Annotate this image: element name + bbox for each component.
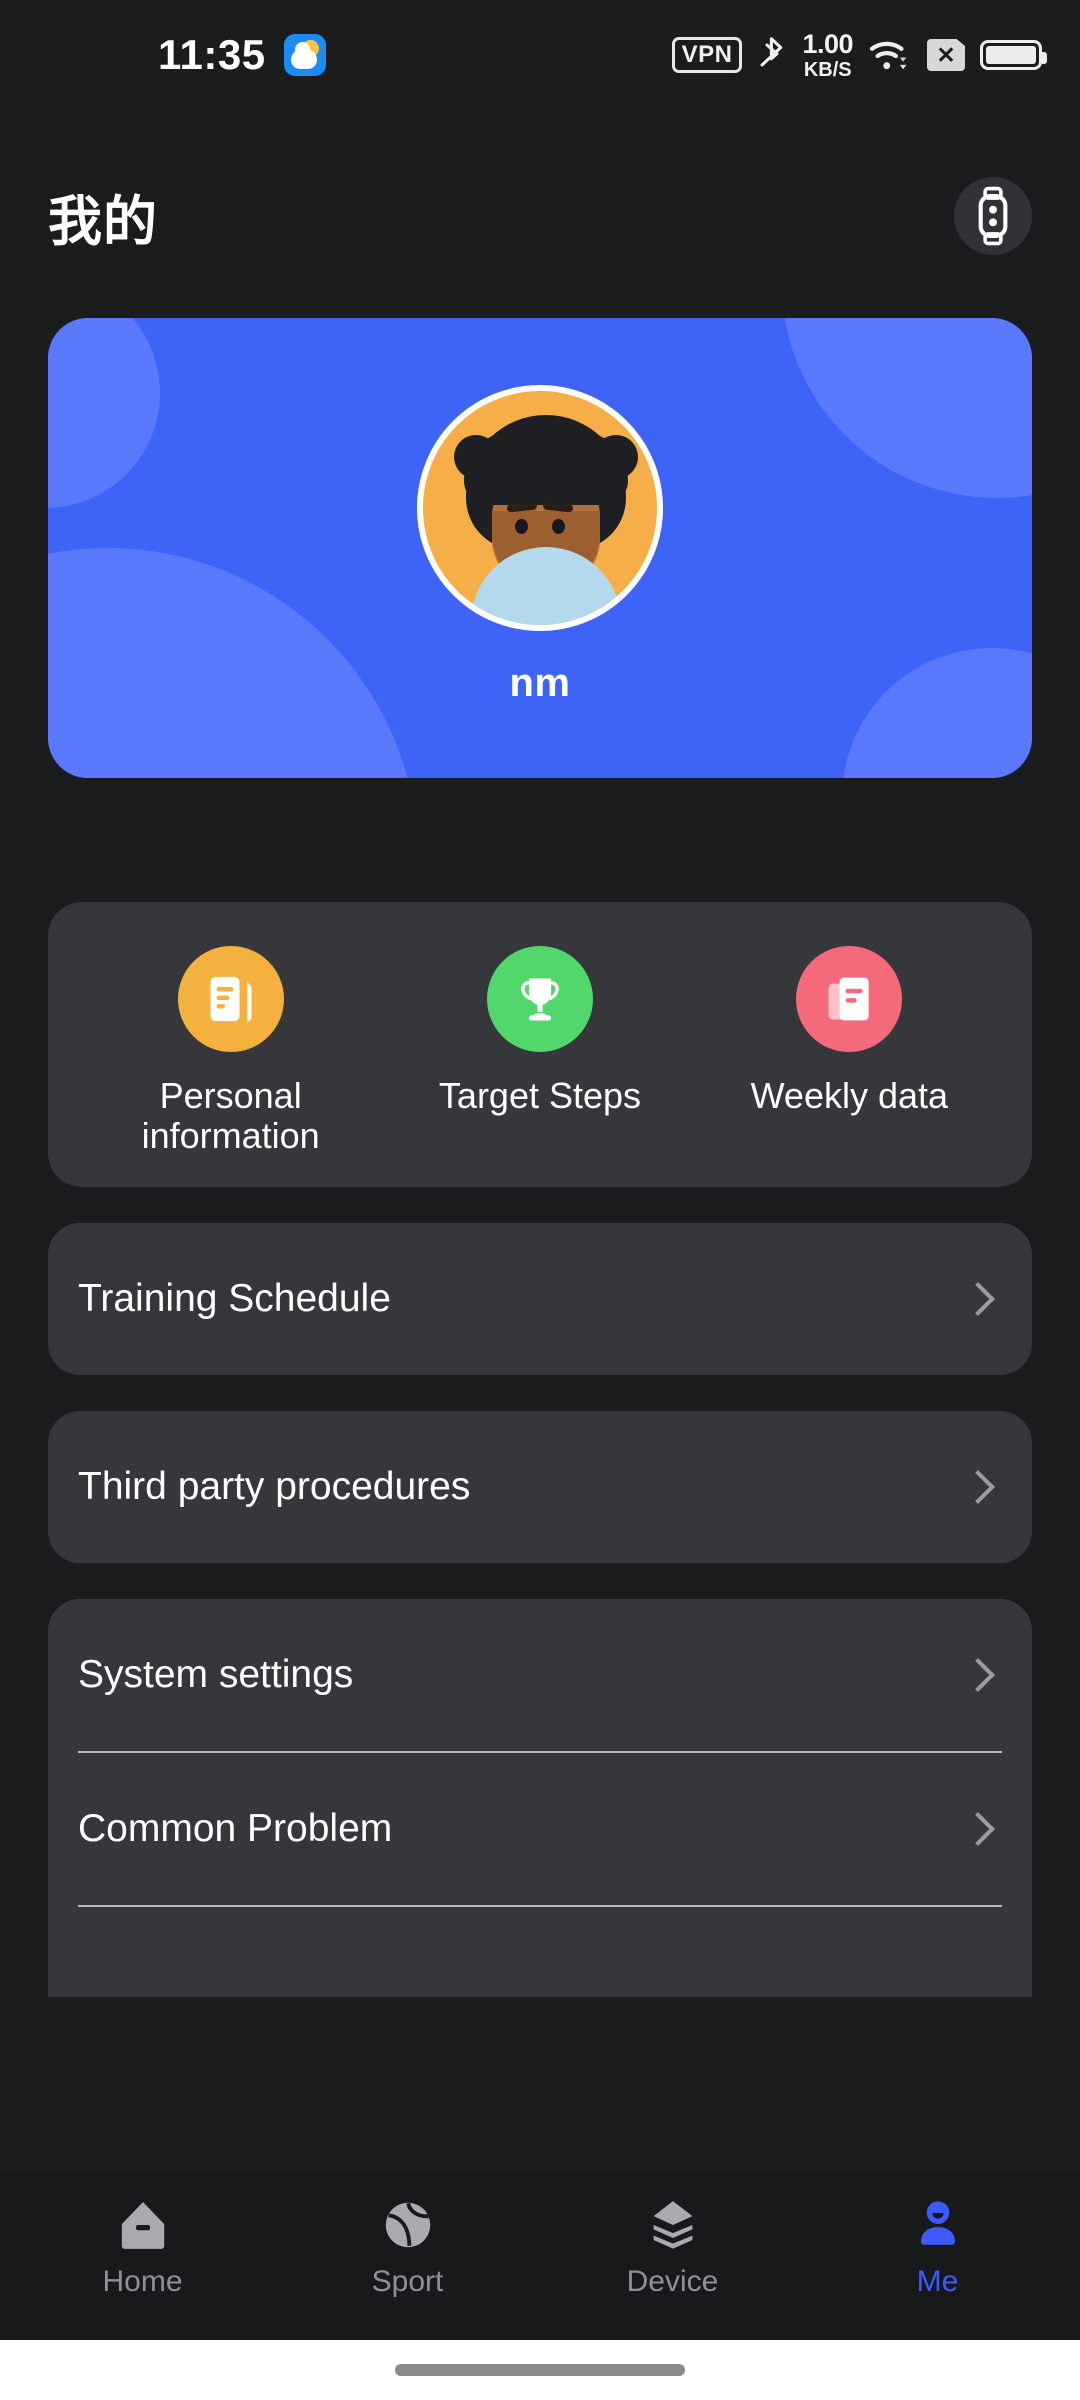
profile-card[interactable]: nm bbox=[48, 318, 1032, 778]
menu-label: Common Problem bbox=[78, 1806, 393, 1850]
nav-item-home[interactable]: Home bbox=[10, 2195, 275, 2299]
bluetooth-icon bbox=[760, 37, 783, 67]
document-pencil-icon bbox=[177, 946, 284, 1052]
home-icon bbox=[121, 2202, 164, 2249]
chevron-right-icon bbox=[961, 1811, 995, 1846]
fitness-band-icon bbox=[978, 186, 1008, 246]
page-header: 我的 bbox=[0, 156, 1080, 276]
sim-card-disabled-icon: ✕ bbox=[927, 39, 965, 71]
sport-ball-icon bbox=[385, 2202, 430, 2248]
nav-item-sport[interactable]: Sport bbox=[275, 2195, 540, 2299]
person-icon bbox=[920, 2201, 955, 2245]
chevron-right-icon bbox=[961, 1657, 995, 1692]
decor-blob bbox=[842, 648, 1032, 778]
menu-card-training-schedule[interactable]: Training Schedule bbox=[48, 1222, 1032, 1375]
menu-card-third-party-procedures[interactable]: Third party procedures bbox=[48, 1410, 1032, 1563]
trophy-icon bbox=[486, 946, 593, 1052]
vpn-icon: VPN bbox=[671, 36, 743, 74]
layers-icon bbox=[653, 2201, 692, 2249]
menu-row-third-party-procedures[interactable]: Third party procedures bbox=[48, 1411, 1032, 1563]
menu-row-training-schedule[interactable]: Training Schedule bbox=[48, 1223, 1032, 1375]
documents-stack-icon bbox=[796, 946, 903, 1052]
quick-actions-card: Personal information Target Steps Weekly… bbox=[48, 902, 1032, 1187]
settings-card: System settings Common Problem bbox=[48, 1598, 1032, 1997]
decor-blob bbox=[48, 548, 418, 778]
network-speed-indicator: 1.00 KB/S bbox=[802, 28, 853, 81]
quick-action-target-steps[interactable]: Target Steps bbox=[387, 946, 693, 1116]
status-bar-right: VPN 1.00 KB/S ✕ bbox=[671, 28, 1047, 81]
menu-label: Training Schedule bbox=[78, 1276, 391, 1320]
network-speed-value: 1.00 bbox=[802, 28, 853, 59]
avatar[interactable] bbox=[417, 384, 663, 631]
nav-label: Device bbox=[626, 2265, 719, 2298]
home-indicator-area bbox=[0, 2340, 1080, 2400]
quick-action-personal-information[interactable]: Personal information bbox=[78, 946, 384, 1157]
status-bar-left: 11:35 bbox=[158, 31, 326, 79]
battery-full-icon bbox=[980, 40, 1047, 70]
network-speed-unit: KB/S bbox=[803, 58, 852, 81]
partly-cloudy-icon bbox=[283, 34, 326, 76]
nav-item-device[interactable]: Device bbox=[540, 2195, 805, 2299]
status-bar: 11:35 VPN 1.00 KB/S ✕ bbox=[0, 0, 1080, 110]
menu-label: Third party procedures bbox=[78, 1464, 471, 1508]
settings-row-system-settings[interactable]: System settings bbox=[48, 1599, 1032, 1751]
nav-label: Me bbox=[916, 2265, 959, 2298]
nav-label: Home bbox=[102, 2265, 183, 2298]
chevron-right-icon bbox=[961, 1469, 995, 1504]
quick-action-label: Weekly data bbox=[750, 1075, 949, 1116]
chevron-right-icon bbox=[961, 1281, 995, 1316]
nav-label: Sport bbox=[371, 2265, 444, 2298]
status-clock: 11:35 bbox=[158, 31, 266, 78]
wifi-icon bbox=[869, 41, 907, 70]
decor-blob bbox=[782, 318, 1032, 498]
scroll-content[interactable]: nm Personal information Target Steps Wee… bbox=[0, 276, 1080, 2170]
fitness-band-button[interactable] bbox=[954, 177, 1032, 255]
bottom-navigation: Home Sport Device Me bbox=[0, 2170, 1080, 2340]
app-screen: 11:35 VPN 1.00 KB/S ✕ 我的 nm Personal inf… bbox=[0, 0, 1080, 2400]
quick-action-label: Target Steps bbox=[438, 1075, 642, 1116]
home-indicator[interactable] bbox=[395, 2364, 685, 2376]
page-title: 我的 bbox=[48, 191, 158, 252]
profile-username: nm bbox=[509, 660, 571, 705]
quick-action-label: Personal information bbox=[141, 1075, 320, 1157]
quick-action-weekly-data[interactable]: Weekly data bbox=[696, 946, 1002, 1116]
nav-item-me[interactable]: Me bbox=[805, 2195, 1070, 2299]
settings-row-common-problem[interactable]: Common Problem bbox=[48, 1753, 1032, 1905]
decor-blob bbox=[48, 318, 160, 508]
menu-label: System settings bbox=[78, 1652, 354, 1696]
